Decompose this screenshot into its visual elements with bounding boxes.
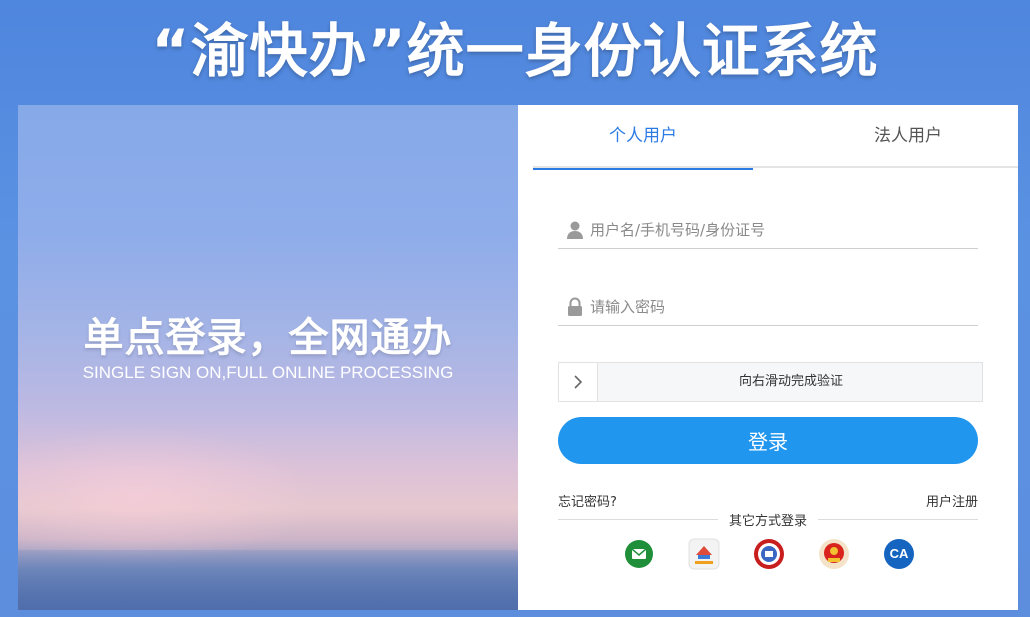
slider-handle[interactable] bbox=[559, 363, 598, 401]
user-icon bbox=[566, 220, 584, 240]
other-login-label: 其它方式登录 bbox=[728, 514, 807, 529]
ca-icon-label: CA bbox=[889, 546, 909, 561]
forgot-password-link[interactable]: 忘记密码? bbox=[558, 491, 617, 510]
chevron-right-icon bbox=[574, 375, 583, 389]
divider-right bbox=[818, 519, 978, 520]
banner-slogan: 单点登录，全网通办 bbox=[83, 315, 453, 361]
login-panel: 个人用户 法人用户 向右滑动完成验证 登录 忘记密码? 用户注册 bbox=[518, 105, 1018, 610]
register-link[interactable]: 用户注册 bbox=[926, 491, 978, 510]
banner-glow bbox=[18, 425, 318, 565]
banner-slogan-english: SINGLE SIGN ON,FULL ONLINE PROCESSING bbox=[82, 363, 454, 382]
slider-hint: 向右滑动完成验证 bbox=[738, 374, 843, 389]
slide-verification: 向右滑动完成验证 bbox=[558, 362, 983, 402]
password-field bbox=[558, 288, 978, 326]
lock-icon bbox=[566, 297, 584, 317]
divider-left bbox=[558, 519, 718, 520]
tab-personal-user[interactable]: 个人用户 bbox=[533, 105, 753, 170]
alt-login-methods: CA bbox=[623, 538, 923, 572]
banner-sea bbox=[18, 550, 518, 610]
page-title: “渝快办”统一身份认证系统 bbox=[151, 17, 879, 85]
seal-badge-icon[interactable] bbox=[753, 538, 785, 570]
wechat-icon[interactable] bbox=[623, 538, 655, 570]
tab-legal-user[interactable]: 法人用户 bbox=[798, 105, 1018, 168]
ca-icon[interactable]: CA bbox=[883, 538, 915, 570]
username-field bbox=[558, 211, 978, 249]
national-emblem-icon[interactable] bbox=[818, 538, 850, 570]
login-tabs: 个人用户 法人用户 bbox=[533, 105, 1018, 170]
gov-app-icon[interactable] bbox=[688, 538, 720, 570]
hero-banner: 单点登录，全网通办 SINGLE SIGN ON,FULL ONLINE PRO… bbox=[18, 105, 518, 610]
username-input[interactable] bbox=[590, 220, 978, 239]
password-input[interactable] bbox=[590, 297, 978, 316]
login-button[interactable]: 登录 bbox=[558, 417, 978, 464]
